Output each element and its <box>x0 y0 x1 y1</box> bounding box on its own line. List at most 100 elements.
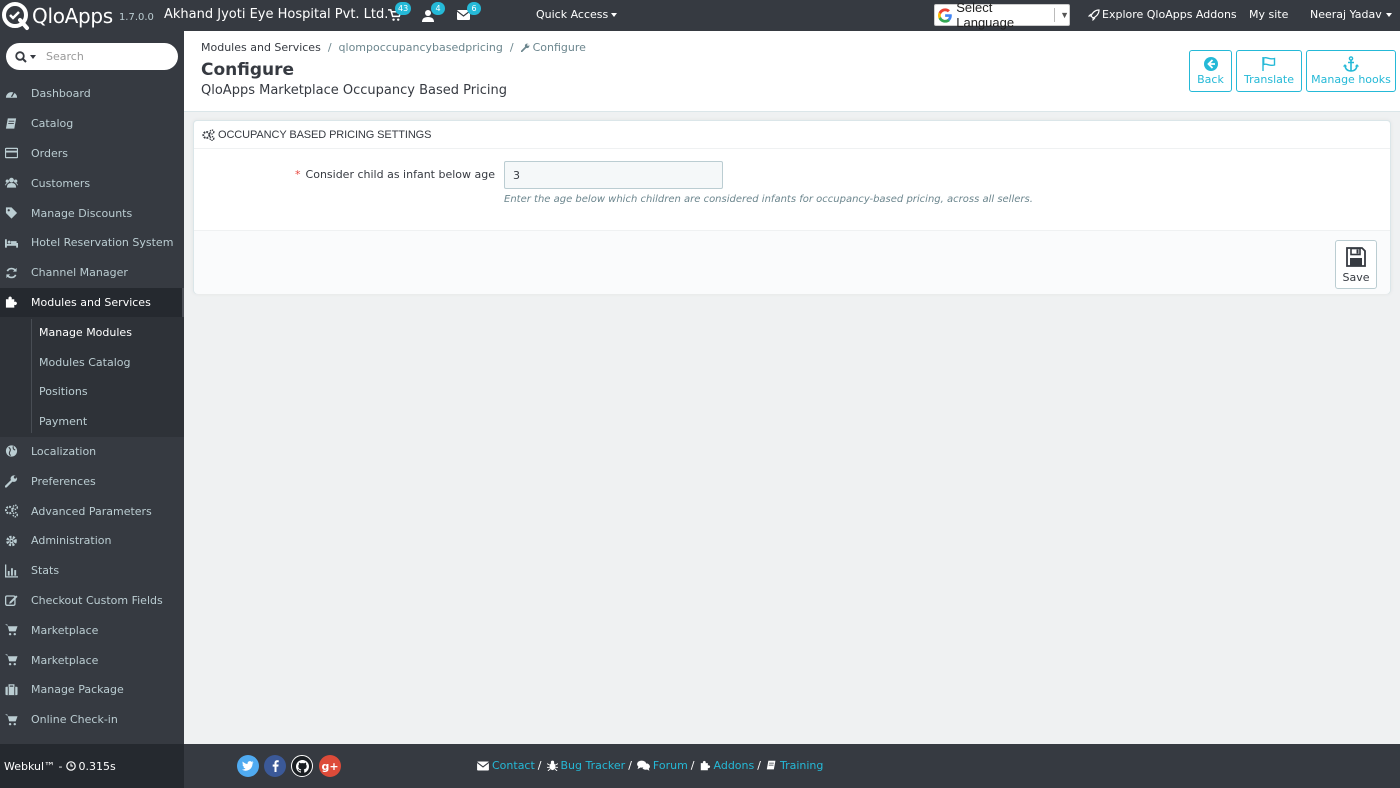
sidebar-subitem-label: Modules Catalog <box>39 355 131 369</box>
user-menu[interactable]: Neeraj Yadav <box>1310 8 1392 21</box>
sidebar-item-label: Online Check-in <box>31 713 118 727</box>
sidebar-item-hotel-reservation-system[interactable]: Hotel Reservation System <box>0 228 184 258</box>
brand[interactable]: QloApps 1.7.0.0 <box>0 0 154 31</box>
triangle-down-icon: ▼ <box>1060 10 1069 20</box>
language-select[interactable]: Select Language ▼ <box>934 0 1070 30</box>
sidebar-item-stats[interactable]: Stats <box>0 556 184 586</box>
sidebar-item-channel-manager[interactable]: Channel Manager <box>0 258 184 288</box>
caret-down-icon <box>1385 12 1392 17</box>
sidebar-item-customers[interactable]: Customers <box>0 168 184 198</box>
customers-badge: 4 <box>431 2 445 15</box>
language-select-label: Select Language <box>956 0 1015 30</box>
sidebar-item-label: Administration <box>31 534 112 548</box>
google-plus-button[interactable]: g+ <box>319 755 341 777</box>
infant-age-input[interactable] <box>504 161 723 189</box>
sidebar-item-modules-and-services[interactable]: Modules and Services <box>0 287 184 318</box>
bug-tracker-link[interactable]: Bug Tracker <box>546 759 626 772</box>
manage-hooks-button[interactable]: Manage hooks <box>1306 50 1396 92</box>
my-site-link[interactable]: My site <box>1249 8 1288 21</box>
quick-access-label: Quick Access <box>536 8 609 21</box>
messages-badge: 6 <box>467 2 481 15</box>
facebook-button[interactable] <box>264 755 286 777</box>
save-label: Save <box>1342 270 1370 284</box>
save-button[interactable]: Save <box>1335 240 1377 289</box>
dashboard-icon <box>5 91 18 98</box>
translate-label: Translate <box>1244 73 1294 86</box>
sidebar-item-label: Customers <box>31 176 91 190</box>
sidebar-item-checkout-custom-fields[interactable]: Checkout Custom Fields <box>0 586 184 616</box>
logo-text: QloApps <box>32 3 113 28</box>
wrench-icon <box>520 43 529 52</box>
breadcrumb-current-label: Configure <box>532 41 586 54</box>
forum-link[interactable]: Forum <box>637 759 688 772</box>
page-header: Modules and Services / qlompoccupancybas… <box>184 31 1400 112</box>
select-divider <box>1054 8 1056 22</box>
addons-label: Addons <box>713 759 755 772</box>
search-input[interactable] <box>46 50 156 63</box>
translate-button[interactable]: Translate <box>1236 50 1302 92</box>
twitter-icon <box>242 761 254 771</box>
panel-footer: Save <box>194 230 1390 294</box>
sidebar-item-manage-discounts[interactable]: Manage Discounts <box>0 198 184 228</box>
sidebar-item-advanced-parameters[interactable]: Advanced Parameters <box>0 496 184 526</box>
page-subtitle: QloApps Marketplace Occupancy Based Pric… <box>201 83 507 98</box>
sidebar-subitem-payment[interactable]: Payment <box>0 407 184 437</box>
sidebar-item-label: Stats <box>31 564 60 578</box>
sidebar-subitem-modules-catalog[interactable]: Modules Catalog <box>0 347 184 377</box>
book-icon <box>766 760 776 770</box>
infant-age-help-text: Enter the age below which children are c… <box>504 194 1033 205</box>
bug-tracker-label: Bug Tracker <box>560 759 626 772</box>
sidebar-subitem-positions[interactable]: Positions <box>0 377 184 407</box>
breadcrumb-separator: / <box>327 41 332 54</box>
anchor-icon <box>1343 56 1359 72</box>
explore-addons-link[interactable]: Explore QloApps Addons <box>1088 8 1237 21</box>
sidebar-item-marketplace-2[interactable]: Marketplace <box>0 645 184 675</box>
sidebar-item-dashboard[interactable]: Dashboard <box>0 79 184 109</box>
github-button[interactable] <box>291 755 313 777</box>
back-label: Back <box>1197 73 1224 86</box>
sidebar-item-marketplace[interactable]: Marketplace <box>0 615 184 645</box>
breadcrumb-item-modules-and-services[interactable]: Modules and Services <box>201 41 321 54</box>
sidebar-subitem-label: Payment <box>39 415 88 429</box>
quick-access-menu[interactable]: Quick Access <box>536 8 618 21</box>
sidebar-nav: Dashboard Catalog Orders Customers Manag… <box>0 79 184 735</box>
footer-brand: Webkul™ - 0.315s <box>0 744 184 788</box>
contact-link[interactable]: Contact <box>477 759 535 772</box>
twitter-button[interactable] <box>237 755 259 777</box>
footer: Webkul™ - 0.315s g+ Contact / Bug Tracke… <box>0 744 1400 788</box>
footer-link-separator: / <box>690 759 695 772</box>
messages-notification[interactable]: 6 <box>457 2 481 23</box>
users-icon <box>5 178 18 188</box>
customers-notification[interactable]: 4 <box>422 2 445 23</box>
comments-icon <box>637 760 650 771</box>
addons-link[interactable]: Addons <box>700 759 755 772</box>
clock-icon <box>65 761 76 771</box>
cart-icon <box>5 714 18 726</box>
training-link[interactable]: Training <box>766 759 823 772</box>
github-icon <box>295 759 309 773</box>
orders-notification[interactable]: 43 <box>388 2 412 23</box>
rocket-icon <box>1088 8 1100 21</box>
footer-link-separator: / <box>757 759 761 772</box>
search-icon[interactable] <box>15 50 27 63</box>
user-name: Neeraj Yadav <box>1310 8 1382 21</box>
sidebar-item-catalog[interactable]: Catalog <box>0 109 184 139</box>
sidebar-item-manage-package[interactable]: Manage Package <box>0 675 184 705</box>
sidebar-item-preferences[interactable]: Preferences <box>0 466 184 496</box>
footer-links: Contact / Bug Tracker / Forum / Addons /… <box>477 759 823 772</box>
breadcrumb-item-configure: Configure <box>520 41 586 54</box>
panel-heading: OCCUPANCY BASED PRICING SETTINGS <box>194 121 1390 149</box>
sidebar-subitem-manage-modules[interactable]: Manage Modules <box>0 317 184 347</box>
sidebar-item-online-check-in[interactable]: Online Check-in <box>0 705 184 735</box>
sidebar-item-administration[interactable]: Administration <box>0 526 184 556</box>
sidebar-item-localization[interactable]: Localization <box>0 437 184 467</box>
sidebar-item-label: Modules and Services <box>31 295 151 309</box>
breadcrumb-item-module[interactable]: qlompoccupancybasedpricing <box>339 41 503 54</box>
caret-down-icon[interactable] <box>30 54 36 59</box>
sidebar-item-orders[interactable]: Orders <box>0 139 184 169</box>
sidebar-item-label: Orders <box>31 146 68 160</box>
globe-icon <box>5 445 18 458</box>
back-button[interactable]: Back <box>1189 50 1232 92</box>
forum-label: Forum <box>652 759 688 772</box>
shop-name[interactable]: Akhand Jyoti Eye Hospital Pvt. Ltd. <box>164 7 388 22</box>
